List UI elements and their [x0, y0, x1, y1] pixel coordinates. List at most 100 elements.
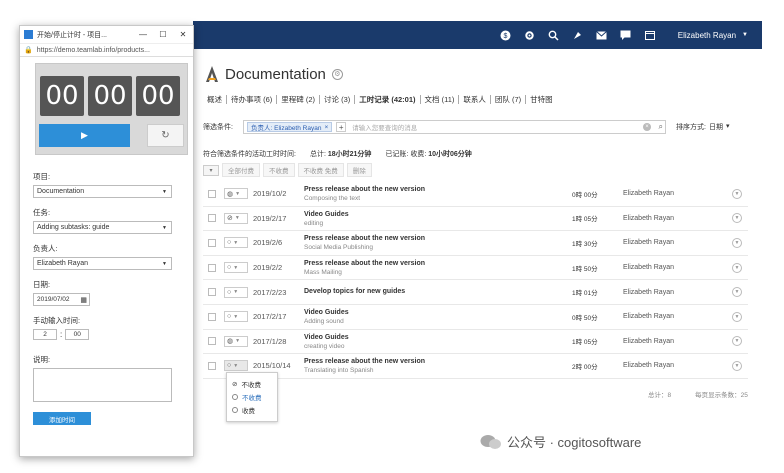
status-select[interactable]: ○ ▼	[224, 311, 248, 323]
row-checkbox[interactable]	[208, 361, 216, 370]
calendar-icon[interactable]: ▦	[80, 296, 87, 304]
row-menu-icon[interactable]: ▼	[732, 262, 742, 273]
tab-time-tracking[interactable]: 工时记录 (42:01)	[355, 95, 421, 104]
clear-icon[interactable]: ×	[643, 123, 651, 131]
reset-button[interactable]: ↻	[147, 124, 184, 147]
status-select[interactable]: ○ ▼	[224, 237, 248, 249]
row-menu-icon[interactable]: ▼	[732, 287, 742, 298]
project-value: Documentation	[37, 188, 85, 195]
dropdown-option[interactable]: 收费	[232, 403, 272, 416]
close-icon[interactable]: ×	[324, 124, 328, 131]
tab-team[interactable]: 团队 (7)	[491, 95, 527, 104]
entry-title[interactable]: Video Guides	[304, 309, 349, 316]
sort-label: 排序方式:	[676, 124, 706, 131]
entry-person: Elizabeth Rayan	[623, 239, 674, 247]
row-menu-icon[interactable]: ▼	[732, 213, 742, 224]
project-settings-icon[interactable]: ⚙	[331, 68, 343, 80]
table-row: ○ ▼ 2017/2/17 Video Guides Adding sound 0…	[203, 305, 748, 330]
option-label: 收费	[242, 407, 255, 415]
calendar-icon[interactable]	[638, 21, 662, 49]
entry-title[interactable]: Press release about the new version	[304, 186, 425, 193]
status-select[interactable]: ○ ▼	[224, 286, 248, 298]
dollar-icon[interactable]: $	[494, 21, 518, 49]
window-titlebar[interactable]: 开始/停止计时 - 项目... — ☐ ✕	[20, 26, 193, 44]
entry-task: Develop topics for new guides	[304, 288, 405, 295]
filter-chip[interactable]: 负责人: Elizabeth Rayan ×	[247, 122, 333, 132]
tab-milestones[interactable]: 里程碑 (2)	[277, 95, 320, 104]
entry-title[interactable]: Press release about the new version	[304, 260, 425, 267]
bulk-unbilled-button[interactable]: 不收费	[263, 163, 295, 177]
row-menu-icon[interactable]: ▼	[732, 336, 742, 347]
entry-title[interactable]: Press release about the new version	[304, 235, 425, 242]
tab-overview[interactable]: 概述	[203, 95, 227, 104]
dropdown-option[interactable]: ⊘ 不收费	[232, 377, 272, 390]
entry-subtask: Composing the text	[304, 195, 361, 202]
entry-title[interactable]: Video Guides	[304, 334, 349, 341]
project-select[interactable]: Documentation ▼	[33, 185, 172, 198]
tab-discussions[interactable]: 讨论 (3)	[320, 95, 356, 104]
status-icon: ○	[227, 313, 232, 321]
sort-control[interactable]: 排序方式: 日期 ▾	[676, 122, 729, 132]
feed-icon[interactable]	[566, 21, 590, 49]
play-button[interactable]: ▶	[39, 124, 130, 147]
minimize-icon[interactable]: —	[133, 30, 153, 39]
row-checkbox[interactable]	[208, 337, 216, 346]
bulk-billed-button[interactable]: 全部付费	[222, 163, 260, 177]
tab-documents[interactable]: 文档 (11)	[421, 95, 460, 104]
user-menu[interactable]: Elizabeth Rayan ▼	[678, 31, 748, 40]
entry-title[interactable]: Video Guides	[304, 211, 349, 218]
status-select[interactable]: ○ ▼	[224, 262, 248, 274]
row-menu-icon[interactable]: ▼	[732, 188, 742, 199]
entry-person: Elizabeth Rayan	[623, 214, 674, 222]
select-all-checkbox[interactable]: ▾	[203, 164, 219, 176]
tab-contacts[interactable]: 联系人	[459, 95, 491, 104]
hours-input[interactable]: 2	[33, 329, 57, 340]
filter-input[interactable]: 负责人: Elizabeth Rayan × + 请输入您要查询的消息 × ⌕	[243, 120, 666, 134]
entry-duration: 1時 30分	[572, 240, 598, 248]
date-input[interactable]: 2019/07/02 ▦	[33, 293, 90, 306]
row-checkbox[interactable]	[208, 263, 216, 272]
bulk-free-button[interactable]: 不收费 免费	[297, 163, 344, 177]
task-select[interactable]: Adding subtasks: guide ▼	[33, 221, 172, 234]
dropdown-option[interactable]: 不收费	[232, 390, 272, 403]
add-time-button[interactable]: 添加时间	[33, 412, 91, 425]
row-checkbox[interactable]	[208, 189, 216, 198]
sort-value[interactable]: 日期	[709, 122, 723, 132]
entry-title[interactable]: Press release about the new version	[304, 358, 425, 365]
note-textarea[interactable]	[33, 368, 172, 402]
status-select[interactable]: ○ ▼	[224, 360, 248, 372]
chevron-down-icon: ▼	[235, 338, 241, 345]
row-menu-icon[interactable]: ▼	[732, 237, 742, 248]
owner-select[interactable]: Elizabeth Rayan ▼	[33, 257, 172, 270]
row-checkbox[interactable]	[208, 312, 216, 321]
row-menu-icon[interactable]: ▼	[732, 311, 742, 322]
entry-date: 2019/2/17	[253, 213, 287, 223]
minutes-input[interactable]: 00	[65, 329, 90, 340]
row-menu-icon[interactable]: ▼	[732, 360, 742, 371]
entry-task: Video Guides Adding sound	[304, 309, 349, 325]
status-select[interactable]: ⊘ ▼	[224, 212, 248, 224]
close-icon[interactable]: ✕	[173, 30, 193, 39]
mail-icon[interactable]	[590, 21, 614, 49]
add-filter-button[interactable]: +	[336, 122, 347, 132]
search-icon[interactable]	[542, 21, 566, 49]
maximize-icon[interactable]: ☐	[153, 30, 173, 39]
row-checkbox[interactable]	[208, 238, 216, 247]
top-navbar: $ Elizabeth Rayan ▼	[193, 21, 762, 49]
address-bar[interactable]: 🔒 https://demo.teamlab.info/products...	[20, 44, 193, 57]
bulk-delete-button[interactable]: 删除	[346, 163, 372, 177]
status-select[interactable]: ◍ ▼	[224, 188, 248, 200]
entry-title[interactable]: Develop topics for new guides	[304, 288, 405, 295]
tab-todos[interactable]: 待办事项 (6)	[227, 95, 278, 104]
row-checkbox[interactable]	[208, 288, 216, 297]
circle-icon	[232, 406, 238, 413]
timer-hours: 00	[40, 76, 84, 116]
status-select[interactable]: ◍ ▼	[224, 335, 248, 347]
filter-row: 筛选条件: 负责人: Elizabeth Rayan × + 请输入您要查询的消息…	[203, 119, 748, 135]
chat-icon[interactable]	[614, 21, 638, 49]
tab-gantt[interactable]: 甘特图	[526, 95, 557, 104]
search-icon[interactable]: ⌕	[659, 122, 663, 132]
row-checkbox[interactable]	[208, 214, 216, 223]
per-page-select[interactable]: 每页显示条数：25	[695, 389, 748, 399]
gear-icon[interactable]	[518, 21, 542, 49]
